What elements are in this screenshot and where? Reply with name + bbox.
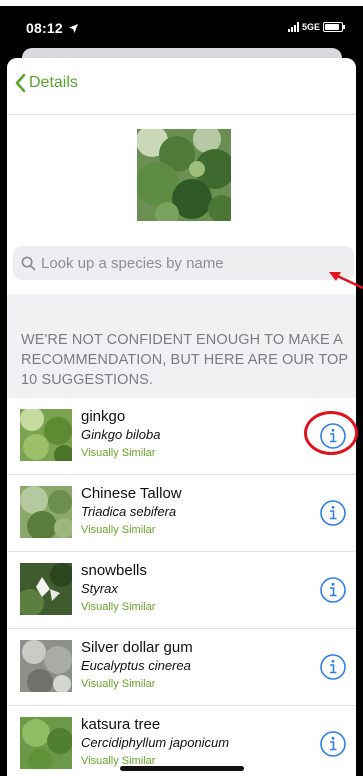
notice-section: WE'RE NOT CONFIDENT ENOUGH TO MAKE A REC… <box>7 326 356 398</box>
species-text: katsura tree Cercidiphyllum japonicum Vi… <box>81 716 229 769</box>
info-icon[interactable] <box>319 576 347 604</box>
highlight-circle-annotation <box>304 411 358 455</box>
info-icon[interactable] <box>319 653 347 681</box>
species-common-name: snowbells <box>81 562 147 579</box>
similarity-tag: Visually Similar <box>81 524 156 536</box>
status-time-text: 08:12 <box>26 20 63 36</box>
signal-icon <box>287 22 299 32</box>
red-arrow-annotation <box>329 272 363 290</box>
home-indicator <box>120 766 244 771</box>
species-thumbnail <box>20 717 72 769</box>
species-text: Chinese Tallow Triadica sebifera Visuall… <box>81 485 182 538</box>
species-text: ginkgo Ginkgo biloba Visually Similar <box>81 408 161 461</box>
species-common-name: katsura tree <box>81 716 161 733</box>
species-common-name: ginkgo <box>81 408 126 425</box>
search-icon <box>21 256 36 270</box>
notice-text: WE'RE NOT CONFIDENT ENOUGH TO MAKE A REC… <box>21 332 348 388</box>
phone-screen: 08:12 5GE Details Look up a species by n… <box>0 0 363 776</box>
species-common-name: Chinese Tallow <box>81 485 182 502</box>
species-thumbnail <box>20 563 72 615</box>
status-indicators: 5GE <box>287 22 345 32</box>
plant-photo <box>137 129 231 221</box>
species-common-name: Silver dollar gum <box>81 639 193 656</box>
species-thumbnail <box>20 409 72 461</box>
battery-icon <box>323 22 345 32</box>
back-button[interactable]: Details <box>15 74 78 92</box>
nav-bar: Details <box>7 58 356 115</box>
species-scientific-name: Triadica sebifera <box>81 504 177 519</box>
species-text: Silver dollar gum Eucalyptus cinerea Vis… <box>81 639 193 692</box>
list-item[interactable]: Chinese Tallow Triadica sebifera Visuall… <box>7 475 356 552</box>
status-bar: 08:12 5GE <box>0 6 363 50</box>
similarity-tag: Visually Similar <box>81 678 156 690</box>
sheet: Details WE'R <box>7 58 356 776</box>
species-scientific-name: Eucalyptus cinerea <box>81 658 191 673</box>
search-area <box>7 234 356 294</box>
search-input[interactable] <box>41 254 321 272</box>
info-icon[interactable] <box>319 499 347 527</box>
section-spacer <box>7 294 356 326</box>
species-scientific-name: Ginkgo biloba <box>81 427 161 442</box>
similarity-tag: Visually Similar <box>81 447 156 459</box>
back-label: Details <box>29 74 78 91</box>
list-item[interactable]: Silver dollar gum Eucalyptus cinerea Vis… <box>7 629 356 706</box>
similarity-tag: Visually Similar <box>81 601 156 613</box>
status-time: 08:12 <box>26 20 78 36</box>
search-field[interactable] <box>13 246 354 280</box>
location-arrow-icon <box>68 24 78 33</box>
species-thumbnail <box>20 640 72 692</box>
list-item[interactable]: snowbells Styrax Visually Similar <box>7 552 356 629</box>
species-thumbnail <box>20 486 72 538</box>
species-scientific-name: Styrax <box>81 581 118 596</box>
suggestion-list: ginkgo Ginkgo biloba Visually Similar Ch… <box>7 398 356 776</box>
info-icon[interactable] <box>319 730 347 758</box>
species-scientific-name: Cercidiphyllum japonicum <box>81 735 230 750</box>
network-type: 5GE <box>301 22 320 32</box>
chevron-left-icon <box>15 74 26 92</box>
species-text: snowbells Styrax Visually Similar <box>81 562 155 615</box>
